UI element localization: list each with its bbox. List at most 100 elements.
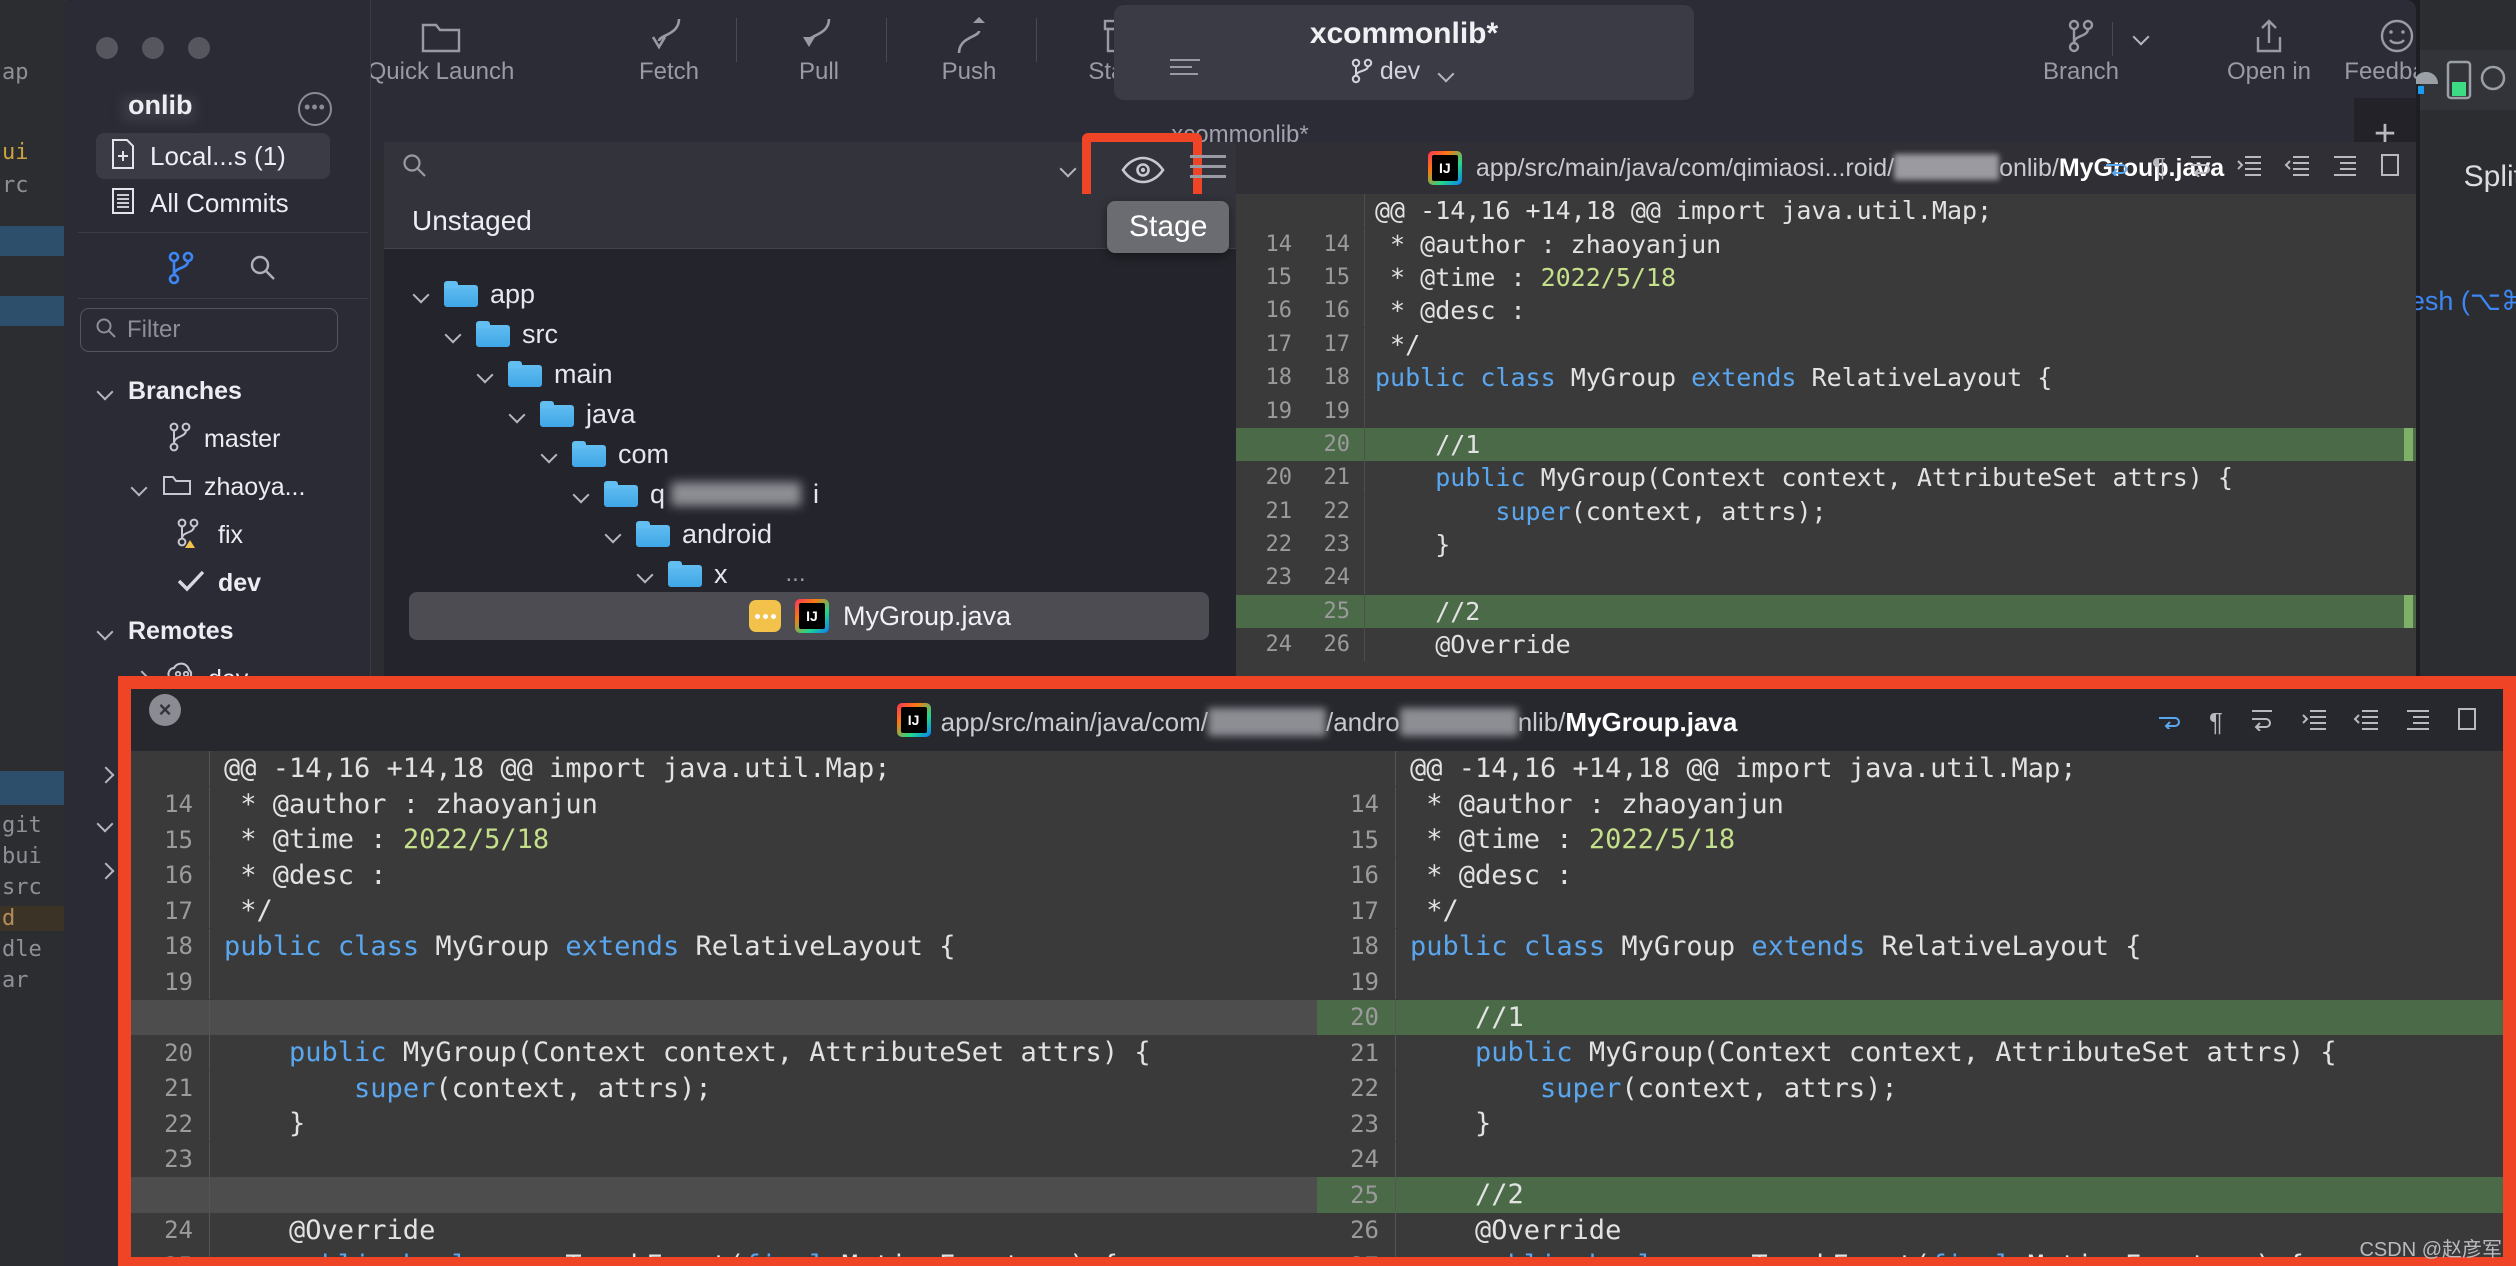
folder-icon	[476, 321, 510, 347]
sidebar-folder-zhaoya[interactable]: zhaoya...	[130, 466, 305, 508]
toolbar-pull[interactable]: Pull	[764, 10, 874, 86]
more-dots-icon[interactable]: •••	[298, 92, 332, 126]
diff-line-added: 20 //1	[1236, 427, 2416, 462]
sidebar-branch-label: dev	[218, 568, 262, 597]
chevron-down-icon[interactable]	[96, 621, 116, 641]
hamburger-icon[interactable]	[1170, 59, 1200, 77]
toolbar-push[interactable]: Push	[914, 10, 1024, 86]
main-toolbar: Quick Launch Fetch Pull Push xcommonlib*…	[64, 0, 2416, 110]
window-zoom-button[interactable]	[188, 37, 210, 59]
background-editor-strip: ap ui rc git bui src d dle ar	[0, 0, 70, 1266]
tree-node-android[interactable]: android	[604, 512, 772, 556]
file-list-item-mygroup-java[interactable]: MyGroup.java	[409, 592, 1209, 640]
overlay-line: 18 public class MyGroup extends RelativeL…	[1350, 928, 2142, 964]
diff-line: 17 17 */	[1265, 327, 1421, 361]
unified-icon[interactable]	[2457, 707, 2477, 738]
tree-node-app[interactable]: app	[412, 272, 535, 316]
smiley-icon	[2322, 10, 2416, 62]
repository-chip[interactable]: xcommonlib* dev	[1114, 5, 1694, 100]
repository-branch-label: dev	[1379, 57, 1421, 85]
whitespace-icon[interactable]	[2188, 153, 2214, 182]
bg-line: src	[2, 875, 42, 900]
window-minimize-button[interactable]	[142, 37, 164, 59]
sidebar-item-all-commits[interactable]: All Commits	[96, 180, 330, 226]
repository-branch[interactable]: dev	[1114, 57, 1694, 86]
overlay-line-added: 25 //2	[1317, 1177, 2503, 1213]
chevron-down-icon[interactable]	[508, 404, 528, 424]
sidebar-group-branches[interactable]: Branches	[96, 370, 242, 412]
chevron-down-icon[interactable]	[96, 381, 116, 401]
toolbar-open-in[interactable]: Open in	[2204, 10, 2334, 86]
chevron-down-icon[interactable]	[476, 364, 496, 384]
tree-node-java[interactable]: java	[508, 392, 636, 436]
chevron-down-icon[interactable]	[444, 324, 464, 344]
sidebar-branch-label: fix	[218, 520, 243, 549]
sidebar-item-local-changes[interactable]: Local...s (1)	[96, 133, 330, 179]
whitespace-icon[interactable]	[2249, 707, 2275, 738]
overlay-line: 16 * @desc :	[164, 857, 387, 893]
chevron-down-icon[interactable]	[1437, 63, 1457, 83]
list-lines-icon[interactable]	[1190, 155, 1226, 187]
collapse-icon[interactable]	[2236, 153, 2262, 182]
filter-input[interactable]: Filter	[80, 308, 338, 352]
toolbar-feedback[interactable]: Feedback	[2322, 10, 2416, 86]
toolbar-branch[interactable]: Branch	[2016, 10, 2146, 86]
chevron-down-icon[interactable]	[572, 484, 592, 504]
overlay-line: 18 public class MyGroup extends RelativeL…	[164, 928, 956, 964]
diff-line: 14 14 * @author : zhaoyanjun	[1265, 227, 1722, 261]
tree-node-package-redacted[interactable]: q i	[572, 472, 819, 516]
overlay-line: 19	[1317, 964, 2503, 1000]
chevron-down-icon[interactable]	[412, 284, 432, 304]
chevron-right-icon[interactable]	[96, 861, 116, 881]
unified-icon[interactable]	[2380, 153, 2400, 182]
indent-icon[interactable]	[2332, 153, 2358, 182]
pilcrow-icon[interactable]: ¶	[2152, 152, 2166, 183]
unstaged-label: Unstaged	[412, 205, 532, 236]
indent-icon[interactable]	[2405, 707, 2431, 738]
tree-node-main[interactable]: main	[476, 352, 613, 396]
bg-line: ui	[2, 140, 29, 165]
chevron-down-icon[interactable]	[604, 524, 624, 544]
window-close-button[interactable]	[96, 37, 118, 59]
folder-icon	[540, 401, 574, 427]
overlay-line: 15 * @time : 2022/5/18	[1350, 822, 1736, 858]
globe-icon	[2478, 60, 2514, 102]
sidebar-branch-dev-current[interactable]: dev	[176, 562, 261, 604]
sidebar-group-remotes[interactable]: Remotes	[96, 610, 234, 652]
branch-chevron-down-icon[interactable]	[2132, 26, 2152, 46]
search-options-chevron-down-icon[interactable]	[1059, 158, 1079, 178]
repository-title: xcommonlib*	[1309, 17, 1499, 50]
wrap-lines-icon[interactable]	[2157, 707, 2183, 738]
toolbar-fetch[interactable]: Fetch	[614, 10, 724, 86]
sidebar-branch-master[interactable]: master	[168, 418, 280, 460]
tree-node-x[interactable]: x ...	[636, 552, 806, 596]
folder-icon	[572, 441, 606, 467]
chevron-down-icon[interactable]	[540, 444, 560, 464]
search-icon[interactable]	[240, 245, 286, 291]
overlay-line: 14 * @author : zhaoyanjun	[1350, 786, 1784, 822]
sidebar-branch-fix[interactable]: fix	[176, 514, 243, 556]
overlay-line: 19	[131, 964, 1317, 1000]
branch-icon[interactable]	[158, 245, 204, 291]
expand-icon[interactable]	[2353, 707, 2379, 738]
wrap-lines-icon[interactable]	[2104, 154, 2130, 181]
overlay-left-diff-pane[interactable]: @@ -14,16 +14,18 @@ import java.util.Map…	[131, 751, 1318, 1257]
chevron-down-icon[interactable]	[96, 813, 116, 833]
overlay-line-empty	[131, 1177, 1317, 1213]
redaction-blur	[1894, 153, 2000, 180]
chevron-right-icon[interactable]	[96, 765, 116, 785]
overlay-right-diff-pane[interactable]: @@ -14,16 +14,18 @@ import java.util.Map…	[1317, 751, 2503, 1257]
change-marker	[2404, 427, 2413, 462]
pilcrow-icon[interactable]: ¶	[2209, 707, 2223, 738]
tree-node-label: app	[490, 278, 536, 309]
chevron-down-icon[interactable]	[130, 477, 150, 497]
expand-icon[interactable]	[2284, 153, 2310, 182]
tree-node-com[interactable]: com	[540, 432, 669, 476]
tree-node-src[interactable]: src	[444, 312, 558, 356]
bg-line: bui	[2, 844, 42, 869]
sidebar-group-label: Remotes	[128, 616, 234, 645]
bg-line	[0, 296, 70, 326]
sidebar-branch-label: master	[204, 424, 281, 453]
chevron-down-icon[interactable]	[636, 564, 656, 584]
collapse-icon[interactable]	[2301, 707, 2327, 738]
